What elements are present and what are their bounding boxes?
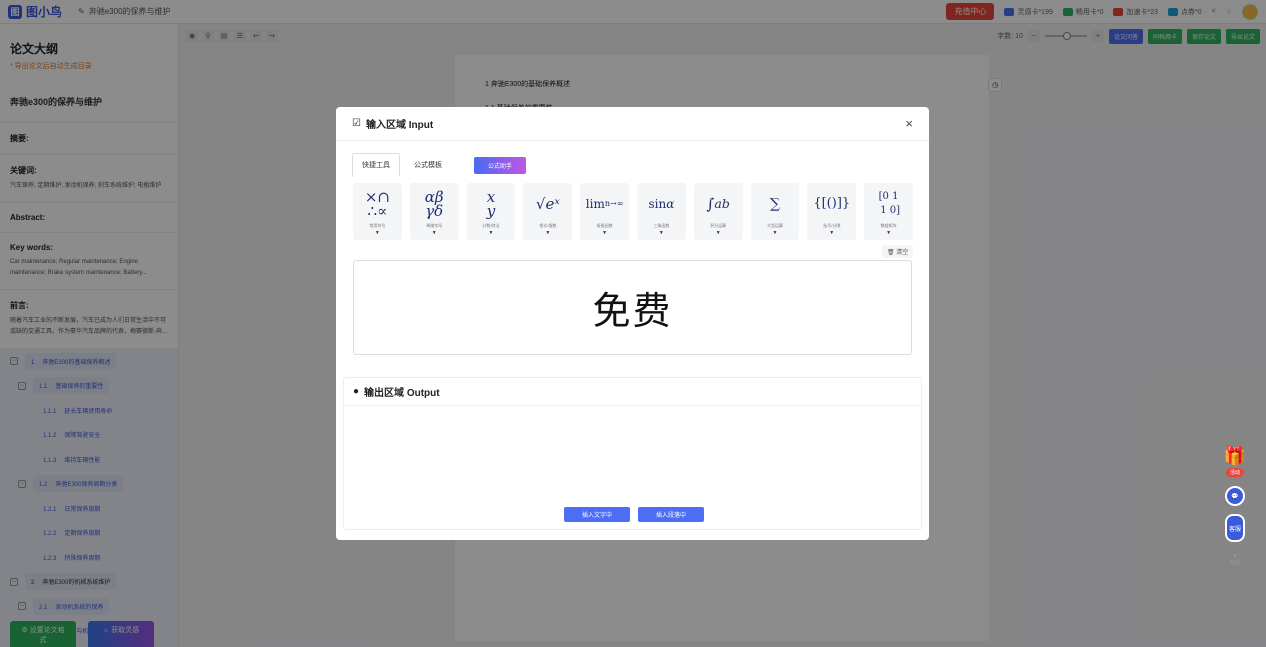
symbol-caption: 极限函数 [596,223,613,228]
symbol-glyph: αβ γδ [424,188,444,220]
service-label: 客服 [1228,526,1241,533]
collapse-widget[interactable]: ▼ 收起 [1224,553,1246,566]
input-title-text: 输入区域 Input [365,120,434,131]
output-title: 输出区域 Output [364,388,440,399]
symbol-matrix[interactable]: [0 1 1 0] 数组矩阵 ▼ [864,183,913,240]
clear-label: 清空 [896,250,909,256]
input-header: ☑ 输入区域 Input × [336,107,929,141]
output-actions: 插入文字中 插入段落中 [564,507,704,522]
symbol-brackets[interactable]: {[()]} 括号/分隔 ▼ [807,183,857,240]
output-icon: ● [353,386,360,397]
symbol-palette: ×∩ ∴∝ 常用符号 ▼ αβ γδ 希腊字母 ▼ x y 分数/除法 ▼ √ eˣ 根式/指数 ▼ l… [336,179,929,240]
symbol-glyph: √ eˣ [535,195,560,213]
clear-button[interactable]: 🗑 清空 [882,245,914,258]
symbol-caption: 积分运算 [710,223,727,228]
chat-icon: 💬 [1225,486,1245,506]
chevron-down-icon: ▼ [658,230,664,236]
chevron-down-icon: ▼ [431,230,437,236]
gift-tag: 活动 [1225,468,1244,477]
output-area: ● 输出区域 Output 插入文字中 插入段落中 [343,377,922,530]
symbol-sum[interactable]: ∑ 大型运算 ▼ [750,183,800,240]
input-title: ☑ 输入区域 Input [352,116,433,131]
symbol-caption: 希腊字母 [426,223,443,228]
symbol-glyph: xy [486,188,496,220]
symbol-caption: 常用符号 [369,223,386,228]
symbol-glyph: {[()]} [813,196,851,211]
close-icon[interactable]: × [905,116,913,131]
chevron-down-icon: ▼ [545,230,551,236]
symbol-limit[interactable]: lim n→∞ 极限函数 ▼ [580,183,629,240]
formula-modal: ☑ 输入区域 Input × 快捷工具 公式模板 公式助手 ×∩ ∴∝ 常用符号 ▼ α… [336,107,929,540]
symbol-trig[interactable]: sin α 三角函数 ▼ [636,183,686,240]
symbol-glyph: ∑ [769,196,780,212]
symbol-glyph: lim n→∞ [585,197,624,211]
symbol-caption: 括号/分隔 [823,223,841,228]
tab-quick-tools[interactable]: 快捷工具 [352,153,400,177]
formula-assistant-button[interactable]: 公式助手 [474,156,527,174]
symbol-glyph: ×∩ ∴∝ [364,188,390,220]
service-widget[interactable]: 客服 [1224,514,1246,542]
chevron-down-icon: ▼ [715,230,721,236]
chevron-down-icon: ▼ [829,230,835,236]
chevron-down-icon: ▼ [886,230,892,236]
chevron-down-icon: ▼ [602,230,608,236]
formula-input[interactable]: 免费 [353,260,912,355]
edit-icon: ☑ [352,118,361,129]
symbol-integral[interactable]: ∫ a b 积分运算 ▼ [693,183,743,240]
formula-tabs: 快捷工具 公式模板 公式助手 [336,141,929,179]
insert-paragraph-button[interactable]: 插入段落中 [638,507,704,522]
symbol-fraction[interactable]: x y 分数/除法 ▼ [466,183,516,240]
symbol-caption: 数组矩阵 [880,223,897,228]
chat-widget[interactable]: 💬 [1224,486,1246,506]
output-header: ● 输出区域 Output [344,378,921,406]
symbol-glyph: sin α [648,197,675,211]
chevron-down-icon: ▼ [488,230,494,236]
formula-input-value: 免费 [592,289,673,333]
gift-widget[interactable]: 🎁 活动 [1224,446,1246,477]
chevron-down-icon: ▼ [374,230,380,236]
tab-templates[interactable]: 公式模板 [404,153,452,177]
symbol-common[interactable]: ×∩ ∴∝ 常用符号 ▼ [353,183,402,240]
symbol-caption: 根式/指数 [539,223,557,228]
symbol-caption: 分数/除法 [482,223,500,228]
symbol-glyph: [0 1 1 0] [877,191,901,216]
symbol-caption: 大型运算 [766,223,783,228]
service-icon: 客服 [1225,514,1245,542]
symbol-greek[interactable]: αβ γδ 希腊字母 ▼ [409,183,459,240]
insert-text-button[interactable]: 插入文字中 [564,507,630,522]
symbol-glyph: ∫ a b [706,195,730,213]
chevron-down-icon: ▼ [772,230,778,236]
symbol-caption: 三角函数 [653,223,670,228]
gift-icon: 🎁 [1223,446,1247,466]
symbol-root[interactable]: √ eˣ 根式/指数 ▼ [523,183,573,240]
collapse-label: 收起 [1229,560,1240,566]
